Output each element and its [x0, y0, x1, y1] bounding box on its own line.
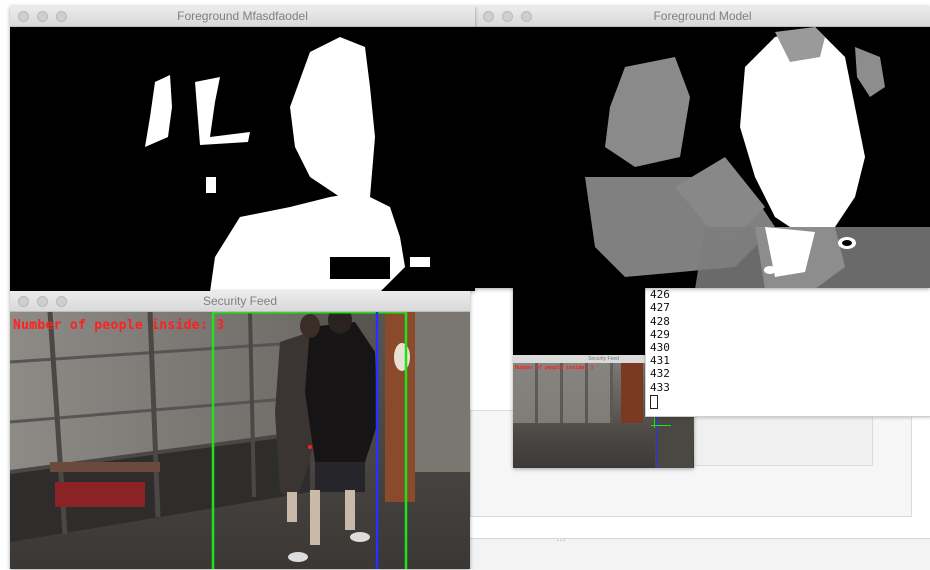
titlebar[interactable]: Foreground Model: [475, 6, 930, 27]
terminal-line: 428: [650, 314, 670, 328]
security-feed-frame: [10, 312, 470, 569]
terminal-line: 427: [650, 301, 670, 315]
background-panel-inner: [693, 416, 873, 466]
terminal-line: 430: [650, 341, 670, 355]
foreground-binary-mask: [10, 27, 475, 291]
people-count-overlay: Number of people inside: 3: [13, 318, 225, 333]
terminal-line: 432: [650, 367, 670, 381]
window-title: Foreground Mfasdfaodel: [177, 9, 308, 23]
terminal-line: 429: [650, 327, 670, 341]
resize-handle[interactable]: ···: [556, 535, 566, 546]
foreground-mask-window[interactable]: Foreground Mfasdfaodel: [10, 6, 475, 291]
foreground-mask-image: [10, 27, 475, 291]
background-bottom-bar: [470, 538, 930, 570]
security-feed-window[interactable]: Security Feed Number of people inside: 3: [10, 291, 470, 569]
mask-window-small[interactable]: [513, 283, 648, 355]
titlebar[interactable]: Security Feed: [10, 291, 470, 312]
thumb-overlay-text: Number of people inside: 3: [515, 365, 594, 371]
foreground-model-window[interactable]: Foreground Model: [475, 6, 930, 288]
foreground-model-image: [475, 27, 930, 288]
terminal-output[interactable]: 425426427428429430431432433: [645, 282, 930, 417]
window-title: Security Feed: [202, 294, 278, 308]
titlebar[interactable]: Foreground Mfasdfaodel: [10, 6, 475, 27]
terminal-line: 431: [650, 354, 670, 368]
foreground-model-mask: [475, 27, 930, 288]
terminal-lines: 425426427428429430431432433: [646, 282, 670, 414]
window-title: Foreground Model: [653, 9, 752, 23]
security-feed-video: [10, 312, 470, 569]
thumb-green-box: [651, 425, 671, 426]
terminal-line: 433: [650, 380, 670, 394]
terminal-line: 426: [650, 288, 670, 302]
terminal-cursor: [650, 394, 658, 409]
